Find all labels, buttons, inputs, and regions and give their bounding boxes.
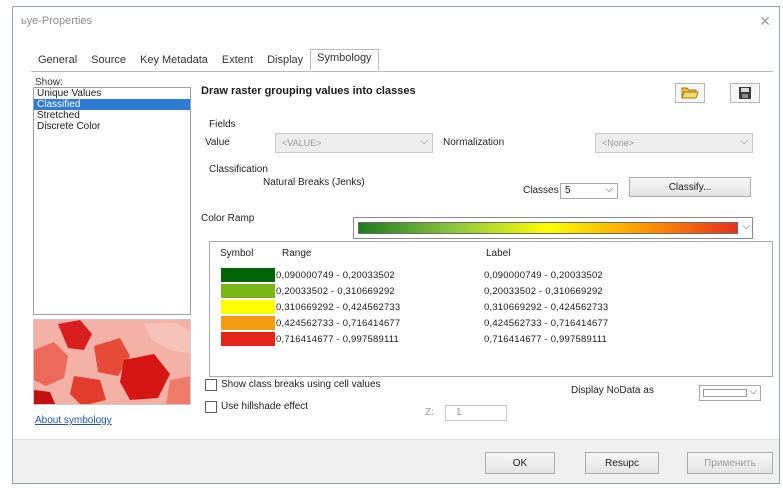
fields-group-label: Fields: [209, 119, 236, 130]
nodata-label: Display NoData as: [571, 385, 654, 396]
classification-group-label: Classification: [209, 164, 268, 175]
z-factor-value: 1: [456, 407, 462, 418]
nodata-color-picker[interactable]: ⌵: [699, 385, 761, 401]
range-column-header[interactable]: Range: [282, 248, 311, 259]
tab-divider: [31, 71, 773, 72]
tab-symbology[interactable]: Symbology: [310, 49, 379, 70]
renderer-item-stretched[interactable]: Stretched: [34, 110, 190, 121]
tab-source[interactable]: Source: [84, 51, 133, 70]
symbol-column-header[interactable]: Symbol: [220, 248, 253, 259]
value-field-label: Value: [205, 137, 230, 148]
color-ramp-dropdown[interactable]: ⌵: [353, 217, 753, 239]
table-row[interactable]: 0,20033502 - 0,310669292 0,20033502 - 0,…: [218, 284, 766, 300]
chevron-down-icon: ⌵: [742, 221, 750, 232]
classes-label: Classes: [523, 185, 559, 196]
renderer-item-classified[interactable]: Classified: [34, 99, 190, 110]
class-symbol-swatch[interactable]: [221, 268, 275, 282]
open-layer-file-button[interactable]: [675, 83, 705, 103]
color-ramp-gradient: [358, 222, 738, 234]
z-factor-label: Z:: [425, 407, 434, 418]
show-class-breaks-checkbox[interactable]: [205, 379, 217, 391]
save-layer-file-button[interactable]: [730, 83, 760, 103]
class-table: Symbol Range Label 0,090000749 - 0,20033…: [209, 241, 773, 377]
table-row[interactable]: 0,310669292 - 0,424562733 0,310669292 - …: [218, 300, 766, 316]
class-range[interactable]: 0,20033502 - 0,310669292: [276, 286, 395, 297]
class-label[interactable]: 0,310669292 - 0,424562733: [484, 302, 608, 313]
chevron-down-icon: ⌵: [740, 136, 748, 147]
chevron-down-icon: ⌵: [749, 386, 757, 397]
class-symbol-swatch[interactable]: [221, 300, 275, 314]
hillshade-label: Use hillshade effect: [221, 401, 309, 412]
class-symbol-swatch[interactable]: [221, 284, 275, 298]
chevron-down-icon: ⌵: [420, 136, 428, 147]
ok-button[interactable]: OK: [485, 452, 555, 474]
class-symbol-swatch[interactable]: [221, 316, 275, 330]
table-row[interactable]: 0,090000749 - 0,20033502 0,090000749 - 0…: [218, 268, 766, 284]
tab-bar: General Source Key Metadata Extent Displ…: [31, 49, 379, 71]
tab-extent[interactable]: Extent: [215, 51, 260, 70]
class-range[interactable]: 0,716414677 - 0,997589111: [276, 334, 399, 345]
classes-count-select[interactable]: 5 ⌵: [560, 183, 618, 199]
layer-properties-dialog: ьуе-Properties ✕ General Source Key Meta…: [12, 6, 780, 484]
class-label[interactable]: 0,090000749 - 0,20033502: [484, 270, 603, 281]
tab-display[interactable]: Display: [260, 51, 310, 70]
z-factor-input[interactable]: 1: [445, 405, 507, 421]
normalization-dropdown[interactable]: <None> ⌵: [595, 133, 753, 153]
value-field-selected: <VALUE>: [282, 138, 322, 148]
title-bar: ьуе-Properties ✕: [13, 7, 779, 41]
tab-key-metadata[interactable]: Key Metadata: [133, 51, 215, 70]
renderer-item-discrete-color[interactable]: Discrete Color: [34, 121, 190, 132]
folder-open-icon: [681, 87, 699, 99]
close-icon[interactable]: ✕: [759, 13, 771, 30]
dialog-footer: OK Resupc Применить: [13, 439, 779, 483]
class-range[interactable]: 0,310669292 - 0,424562733: [276, 302, 400, 313]
normalization-label: Normalization: [443, 137, 505, 148]
table-row[interactable]: 0,716414677 - 0,997589111 0,716414677 - …: [218, 332, 766, 348]
table-row[interactable]: 0,424562733 - 0,716414677 0,424562733 - …: [218, 316, 766, 332]
apply-button[interactable]: Применить: [687, 452, 773, 474]
class-label[interactable]: 0,424562733 - 0,716414677: [484, 318, 608, 329]
class-range[interactable]: 0,424562733 - 0,716414677: [276, 318, 400, 329]
preview-map-graphic: [34, 320, 190, 404]
value-field-dropdown[interactable]: <VALUE> ⌵: [275, 133, 433, 153]
class-label[interactable]: 0,20033502 - 0,310669292: [484, 286, 603, 297]
symbology-preview-image: [33, 319, 191, 405]
renderer-list: Unique Values Classified Stretched Discr…: [33, 87, 191, 315]
class-symbol-swatch[interactable]: [221, 332, 275, 346]
renderer-description: Draw raster grouping values into classes: [201, 85, 416, 97]
color-ramp-label: Color Ramp: [201, 213, 255, 224]
label-column-header[interactable]: Label: [486, 248, 510, 259]
nodata-color-swatch: [703, 389, 747, 397]
tab-general[interactable]: General: [31, 51, 84, 70]
show-class-breaks-label: Show class breaks using cell values: [221, 379, 381, 390]
hillshade-checkbox[interactable]: [205, 401, 217, 413]
normalization-selected: <None>: [602, 138, 635, 148]
chevron-down-icon: ⌵: [605, 184, 613, 195]
window-title: ьуе-Properties: [21, 15, 93, 27]
about-symbology-link[interactable]: About symbology: [35, 415, 112, 426]
class-range[interactable]: 0,090000749 - 0,20033502: [276, 270, 395, 281]
classes-count-value: 5: [565, 185, 571, 196]
classification-method: Natural Breaks (Jenks): [263, 177, 365, 188]
renderer-item-unique-values[interactable]: Unique Values: [34, 88, 190, 99]
cancel-button[interactable]: Resupc: [585, 452, 659, 474]
save-icon: [739, 87, 751, 99]
classify-button[interactable]: Classify...: [629, 177, 751, 197]
class-label[interactable]: 0,716414677 - 0,997589111: [484, 334, 607, 345]
